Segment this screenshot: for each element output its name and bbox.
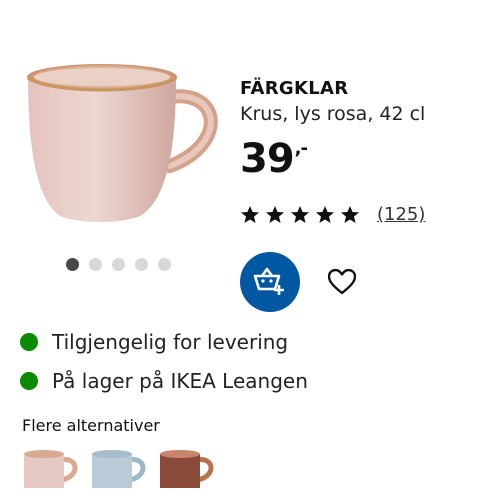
blue-mug-thumb (92, 450, 146, 488)
review-count-link[interactable]: (125) (377, 204, 425, 225)
product-name[interactable]: FÄRGKLAR (240, 78, 348, 99)
alternative-item-blue[interactable] (88, 448, 148, 488)
alternatives-list (20, 448, 216, 488)
product-rating[interactable]: (125) (240, 204, 425, 225)
product-description: Krus, lys rosa, 42 cl (240, 103, 426, 125)
pink-mug-image (27, 64, 218, 222)
star-icon (266, 205, 284, 223)
carousel-dot[interactable] (66, 258, 79, 271)
favourite-button[interactable] (316, 256, 368, 308)
add-to-cart-icon (253, 267, 284, 295)
star-icon (341, 205, 359, 223)
star-icon (291, 205, 309, 223)
brown-mug-thumb (160, 450, 214, 488)
carousel-dot[interactable] (158, 258, 171, 271)
alternative-item-brown[interactable] (156, 448, 216, 488)
carousel-dot[interactable] (135, 258, 148, 271)
availability-store[interactable]: På lager på IKEA Leangen (20, 369, 308, 393)
availability-delivery-text: Tilgjengelig for levering (52, 330, 289, 354)
price-fraction: ,- (294, 138, 308, 159)
carousel-dot[interactable] (89, 258, 102, 271)
product-image[interactable] (20, 58, 220, 232)
availability-store-text: På lager på IKEA Leangen (52, 369, 308, 393)
price-integer: 39 (240, 136, 295, 182)
star-icon (241, 205, 259, 223)
product-price: 39,- (240, 136, 308, 182)
star-icon (316, 205, 334, 223)
add-to-cart-button[interactable] (240, 252, 300, 312)
rating-stars (240, 205, 365, 225)
alternative-item-pink[interactable] (20, 448, 80, 488)
status-dot-icon (20, 333, 38, 351)
status-dot-icon (20, 372, 38, 390)
availability-delivery[interactable]: Tilgjengelig for levering (20, 330, 288, 354)
alternatives-title: Flere alternativer (22, 416, 160, 435)
pink-mug-thumb (24, 450, 78, 488)
carousel-dot[interactable] (112, 258, 125, 271)
image-carousel-dots (66, 258, 171, 271)
heart-icon (328, 269, 356, 295)
